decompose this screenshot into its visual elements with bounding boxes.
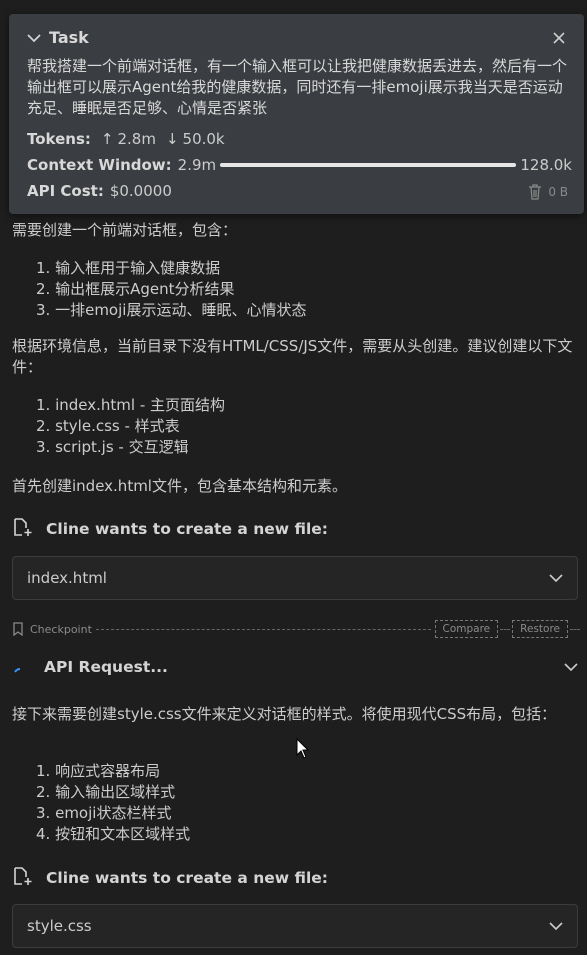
compare-button[interactable]: Compare (434, 620, 499, 638)
list-item: 1. 响应式容器布局 (36, 762, 161, 780)
list-item: 1. index.html - 主页面结构 (36, 396, 226, 414)
context-window-label: Context Window: (27, 156, 172, 174)
partial-message-line: 需要创建一个前端对话框，包含： (12, 221, 238, 239)
next-step-paragraph: 首先创建index.html文件，包含基本结构和元素。 (12, 477, 347, 495)
requirements-list: 1. 输入框用于输入健康数据 2. 输出框展示Agent分析结果 3. 一排em… (36, 258, 306, 321)
task-panel: Task 帮我搭建一个前端对话框，有一个输入框可以让我把健康数据丢进去，然后有一… (9, 14, 584, 214)
tokens-up-value: 2.8m (117, 130, 156, 148)
list-item: 2. style.css - 样式表 (36, 417, 180, 435)
new-file-icon (12, 866, 34, 890)
list-item: 3. 一排emoji展示运动、睡眠、心情状态 (36, 301, 307, 319)
checkpoint-label: Checkpoint (30, 622, 92, 636)
arrow-up-icon: ↑ (100, 130, 114, 148)
css-plan-paragraph: 接下来需要创建style.css文件来定义对话框的样式。将使用现代CSS布局，包… (12, 705, 557, 723)
chevron-down-icon (549, 917, 563, 935)
storage-size: 0 B (548, 185, 568, 199)
loading-spinner-icon (12, 660, 32, 674)
analysis-paragraph: 根据环境信息，当前目录下没有HTML/CSS/JS文件，需要从头创建。建议创建以… (12, 337, 573, 376)
tokens-down-value: 50.0k (182, 130, 225, 148)
context-window-row: Context Window: 2.9m 128.0k (27, 154, 572, 176)
list-item: 1. 输入框用于输入健康数据 (36, 259, 221, 277)
checkpoint-divider (570, 628, 580, 630)
list-item: 3. emoji状态栏样式 (36, 804, 172, 822)
checkpoint-row: Checkpoint Compare Restore (12, 619, 580, 639)
bookmark-icon (12, 622, 24, 636)
api-cost-row: API Cost: $0.0000 (27, 180, 172, 202)
create-file-header: Cline wants to create a new file: (12, 517, 328, 541)
file-accordion-style[interactable]: style.css (12, 904, 578, 948)
context-progress-bar (220, 163, 517, 167)
file-accordion-index[interactable]: index.html (12, 556, 578, 600)
tokens-row: Tokens: ↑ 2.8m ↓ 50.0k (27, 128, 225, 150)
create-file-label: Cline wants to create a new file: (46, 869, 328, 887)
restore-button[interactable]: Restore (512, 620, 568, 638)
create-file-label: Cline wants to create a new file: (46, 520, 328, 538)
task-title: Task (49, 28, 89, 47)
context-progress-fill (220, 163, 517, 167)
chevron-down-icon (27, 33, 41, 43)
css-features-list: 1. 响应式容器布局 2. 输入输出区域样式 3. emoji状态栏样式 4. … (36, 761, 190, 845)
list-item: 4. 按钮和文本区域样式 (36, 825, 191, 843)
task-description: 帮我搭建一个前端对话框，有一个输入框可以让我把健康数据丢进去，然后有一个输出框可… (27, 57, 568, 117)
list-item: 3. script.js - 交互逻辑 (36, 438, 189, 456)
arrow-down-icon: ↓ (165, 130, 179, 148)
api-cost-label: API Cost: (27, 182, 104, 200)
list-item: 2. 输入输出区域样式 (36, 783, 176, 801)
chevron-down-icon (564, 662, 578, 672)
list-item: 2. 输出框展示Agent分析结果 (36, 280, 235, 298)
new-file-icon (12, 517, 34, 541)
context-used-value: 2.9m (177, 156, 217, 174)
task-header[interactable]: Task (27, 28, 89, 47)
checkpoint-divider (500, 628, 511, 630)
api-request-row[interactable]: API Request... (12, 655, 578, 679)
mouse-cursor-icon (296, 737, 310, 764)
chevron-down-icon (549, 569, 563, 587)
api-request-label: API Request... (44, 658, 168, 676)
api-cost-value: $0.0000 (109, 182, 172, 200)
checkpoint-divider (95, 628, 431, 630)
trash-icon (528, 184, 542, 200)
context-max-value: 128.0k (520, 156, 572, 174)
create-file-header: Cline wants to create a new file: (12, 866, 328, 890)
file-name: index.html (27, 569, 107, 587)
delete-task-button[interactable]: 0 B (528, 184, 568, 200)
close-icon[interactable] (552, 31, 566, 49)
files-list: 1. index.html - 主页面结构 2. style.css - 样式表… (36, 395, 225, 458)
tokens-label: Tokens: (27, 130, 91, 148)
file-name: style.css (27, 917, 92, 935)
